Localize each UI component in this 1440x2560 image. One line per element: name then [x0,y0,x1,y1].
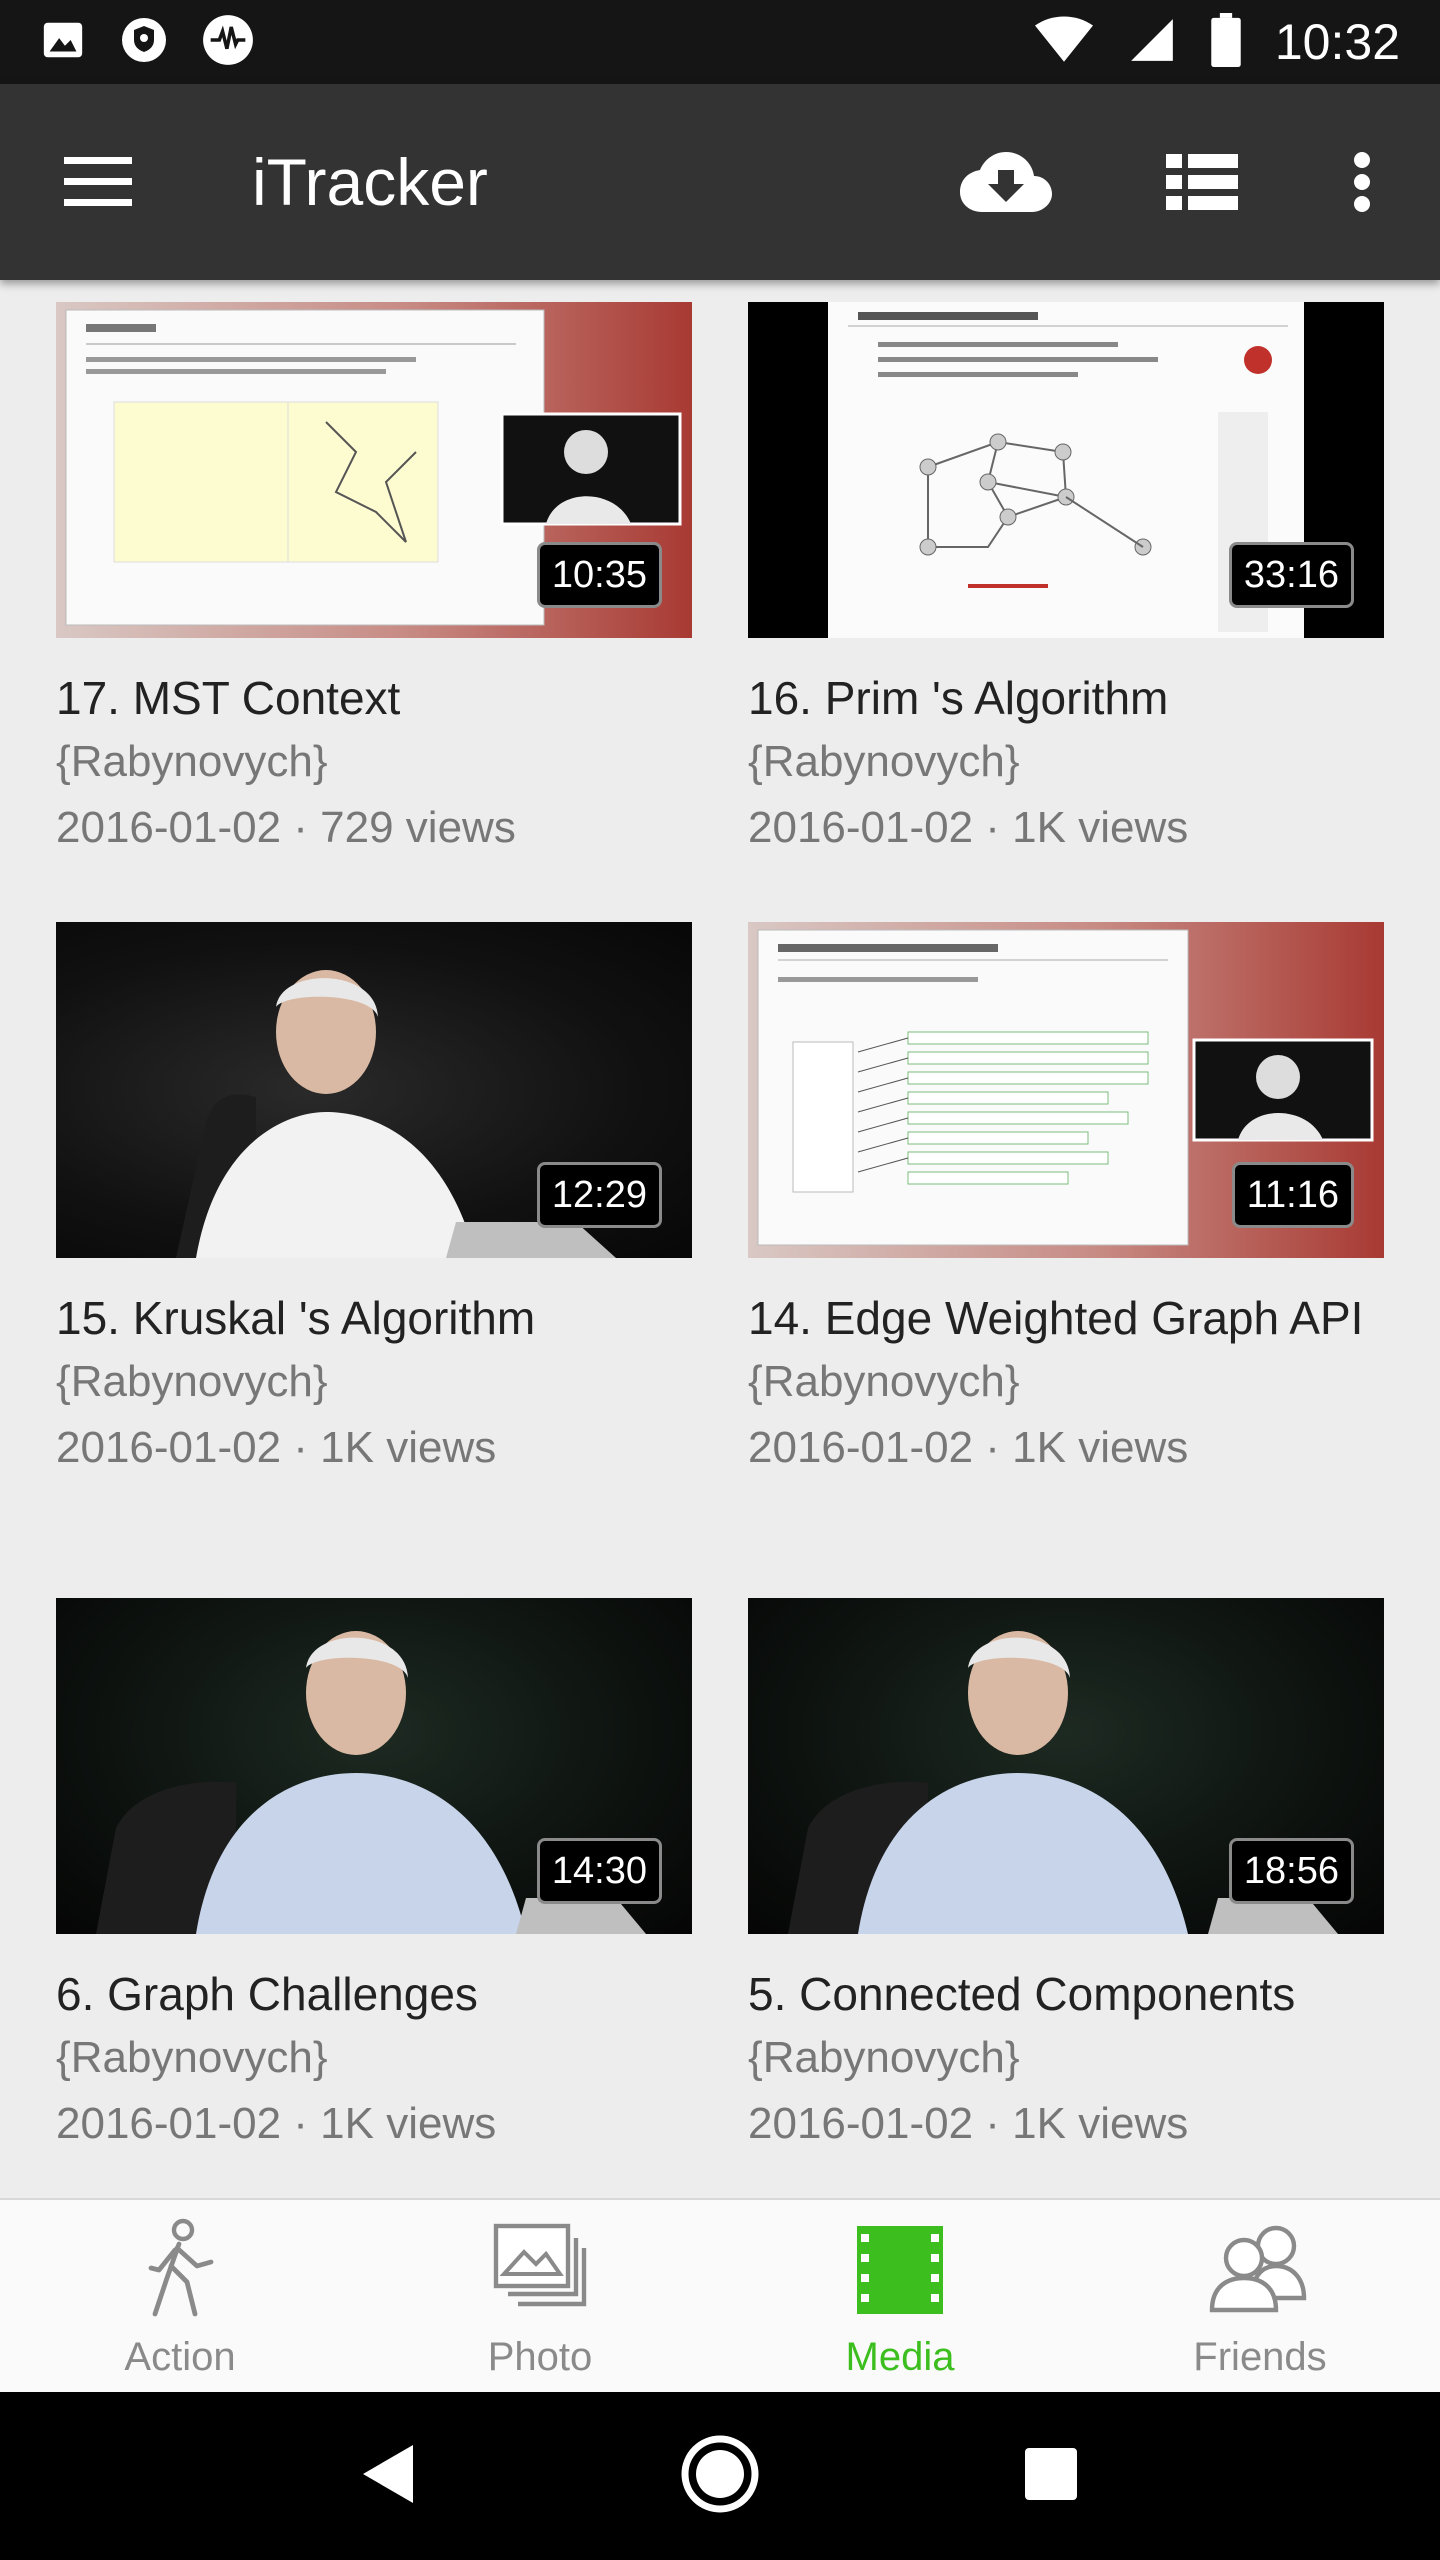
video-author: {Rabynovych} [748,2033,1020,2082]
image-icon [40,17,86,68]
video-duration: 12:29 [536,1162,662,1228]
video-author: {Rabynovych} [56,737,328,786]
video-card[interactable]: 18:56 5. Connected Components {Rabynovyc… [748,1598,1384,2152]
video-title[interactable]: 5. Connected Components [748,1966,1384,2022]
list-view-icon[interactable] [1160,140,1244,224]
wifi-icon [1034,15,1093,70]
signal-icon [1127,15,1177,70]
video-thumbnail[interactable]: 10:35 [56,302,692,638]
video-duration: 33:16 [1228,542,1354,608]
video-author: {Rabynovych} [56,2033,328,2082]
video-thumbnail[interactable]: 12:29 [56,922,692,1258]
video-title[interactable]: 14. Edge Weighted Graph API [748,1290,1384,1346]
video-thumbnail[interactable]: 18:56 [748,1598,1384,1934]
video-card[interactable]: 11:16 14. Edge Weighted Graph API {Rabyn… [748,922,1384,1476]
battery-icon [1211,12,1241,72]
video-author: {Rabynovych} [748,737,1020,786]
status-bar: 10:32 [0,0,1440,84]
video-title[interactable]: 16. Prim 's Algorithm [748,670,1384,726]
menu-icon[interactable] [56,140,140,224]
video-duration: 14:30 [536,1838,662,1904]
friends-icon [1204,2218,1316,2327]
photo-stack-icon [488,2218,592,2327]
bottom-nav: Action Photo Media Friends [0,2198,1440,2392]
video-meta: 2016-01-02 · 1K views [748,803,1189,852]
video-thumbnail[interactable]: 11:16 [748,922,1384,1258]
nav-label: Friends [1193,2335,1327,2379]
video-grid: 10:35 17. MST Context {Rabynovych} 2016-… [0,280,1440,2198]
video-duration: 10:35 [536,542,662,608]
video-meta: 2016-01-02 · 1K views [748,2099,1189,2148]
nav-label: Media [845,2335,955,2379]
nav-item-action[interactable]: Action [0,2200,360,2394]
vpn-shield-icon [120,16,168,69]
nav-item-friends[interactable]: Friends [1080,2200,1440,2394]
video-meta: 2016-01-02 · 1K views [56,2099,497,2148]
video-title[interactable]: 15. Kruskal 's Algorithm [56,1290,692,1346]
video-meta: 2016-01-02 · 729 views [56,803,516,852]
video-author: {Rabynovych} [56,1357,328,1406]
video-thumbnail[interactable]: 14:30 [56,1598,692,1934]
video-card[interactable]: 12:29 15. Kruskal 's Algorithm {Rabynovy… [56,922,692,1476]
video-title[interactable]: 17. MST Context [56,670,692,726]
nav-item-media[interactable]: Media [720,2200,1080,2394]
video-meta: 2016-01-02 · 1K views [56,1423,497,1472]
status-time: 10:32 [1274,14,1400,70]
nav-label: Action [124,2335,236,2379]
nav-item-photo[interactable]: Photo [360,2200,720,2394]
video-card[interactable]: 10:35 17. MST Context {Rabynovych} 2016-… [56,302,692,856]
video-thumbnail[interactable]: 33:16 [748,302,1384,638]
nav-label: Photo [487,2335,593,2379]
film-icon [853,2218,947,2327]
back-icon[interactable] [361,2443,417,2510]
system-nav-bar [0,2392,1440,2560]
video-card[interactable]: 33:16 16. Prim 's Algorithm {Rabynovych}… [748,302,1384,856]
cloud-download-icon[interactable] [958,140,1054,224]
video-card[interactable]: 14:30 6. Graph Challenges {Rabynovych} 2… [56,1598,692,2152]
video-author: {Rabynovych} [748,1357,1020,1406]
video-meta: 2016-01-02 · 1K views [748,1423,1189,1472]
video-title[interactable]: 6. Graph Challenges [56,1966,692,2022]
page-title: iTracker [252,145,488,219]
pulse-icon [202,14,254,71]
video-duration: 18:56 [1228,1838,1354,1904]
more-vert-icon[interactable] [1336,140,1388,224]
recents-icon[interactable] [1023,2446,1079,2507]
home-icon[interactable] [680,2434,760,2519]
video-duration: 11:16 [1231,1162,1354,1228]
walking-person-icon [135,2218,225,2327]
app-bar: iTracker [0,84,1440,280]
